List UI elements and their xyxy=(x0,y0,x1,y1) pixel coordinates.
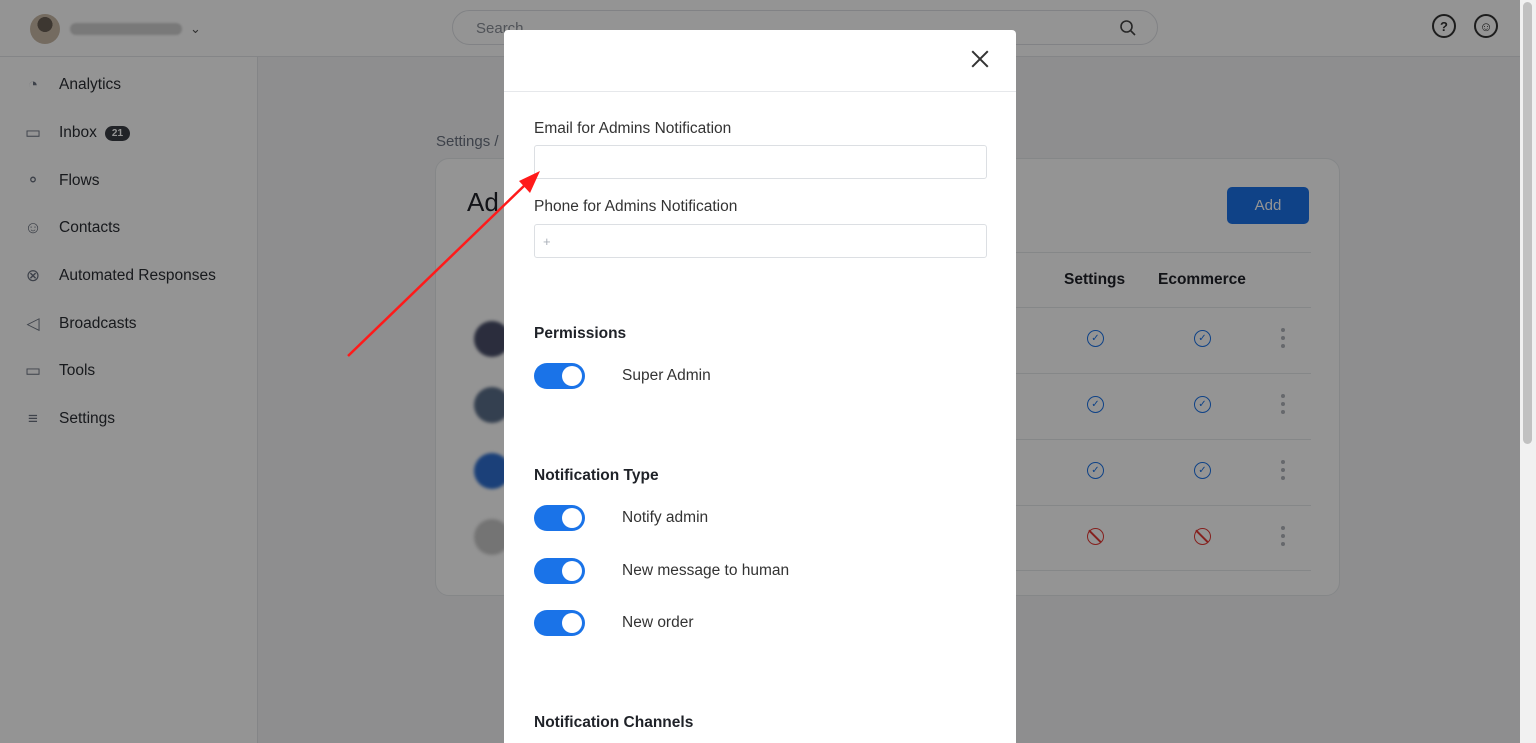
notification-type-new-message: New message to human xyxy=(534,558,789,584)
email-field[interactable] xyxy=(534,145,987,179)
notify-admin-toggle[interactable] xyxy=(534,505,585,531)
notification-type-new-order: New order xyxy=(534,610,694,636)
close-icon[interactable] xyxy=(968,47,992,71)
toggle-label: New message to human xyxy=(622,562,790,579)
modal-header xyxy=(504,30,1016,92)
scrollbar-thumb[interactable] xyxy=(1523,2,1532,444)
toggle-label: Super Admin xyxy=(622,367,711,384)
new-message-to-human-toggle[interactable] xyxy=(534,558,585,584)
notification-type-heading: Notification Type xyxy=(534,467,659,484)
permissions-heading: Permissions xyxy=(534,325,627,342)
phone-field-label: Phone for Admins Notification xyxy=(534,198,738,215)
phone-field[interactable] xyxy=(534,224,987,258)
page-scrollbar[interactable] xyxy=(1520,0,1536,743)
toggle-label: New order xyxy=(622,614,694,631)
admin-modal: Email for Admins Notification Phone for … xyxy=(504,30,1016,743)
super-admin-toggle[interactable] xyxy=(534,363,585,389)
new-order-toggle[interactable] xyxy=(534,610,585,636)
notification-channels-heading: Notification Channels xyxy=(534,714,694,731)
toggle-label: Notify admin xyxy=(622,509,709,526)
permission-super-admin: Super Admin xyxy=(534,363,711,389)
email-field-label: Email for Admins Notification xyxy=(534,120,732,137)
notification-type-notify-admin: Notify admin xyxy=(534,505,708,531)
